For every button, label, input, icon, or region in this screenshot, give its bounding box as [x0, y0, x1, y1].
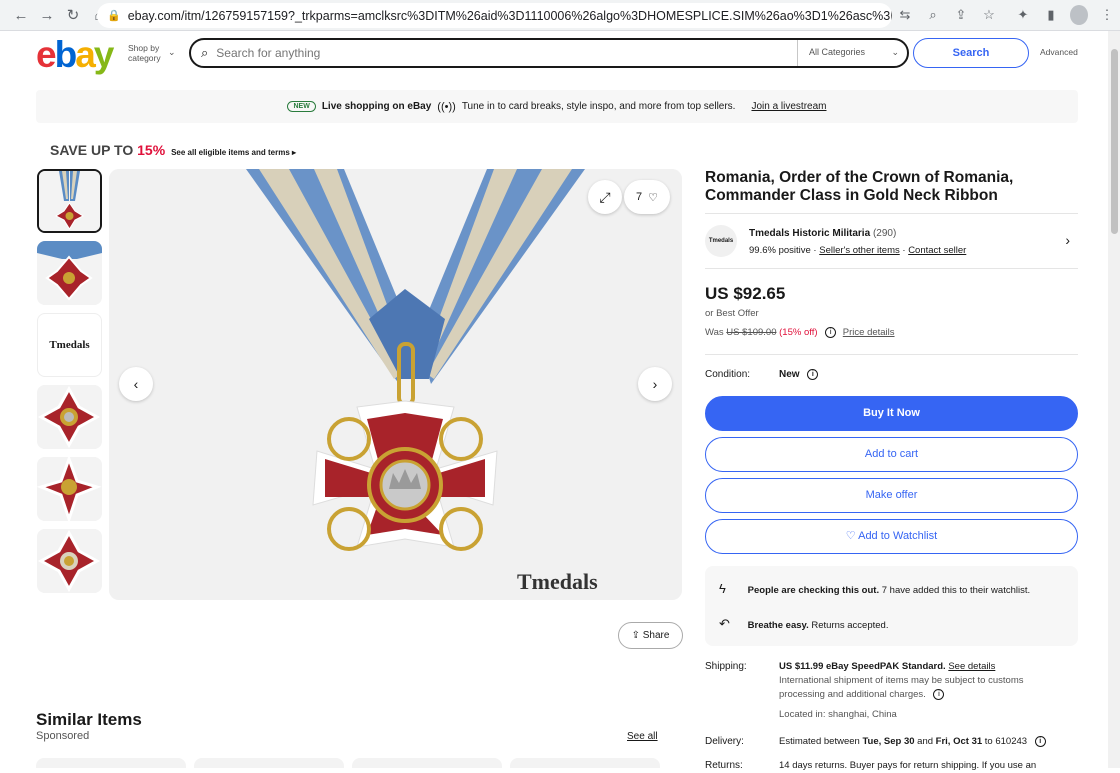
- return-arrow-icon: ↶: [719, 616, 730, 631]
- translate-icon[interactable]: ⇆: [896, 5, 914, 25]
- price-details-link[interactable]: Price details: [843, 327, 895, 338]
- tmedals-watermark: Tmedals: [517, 569, 598, 594]
- gallery-thumbnail[interactable]: [37, 241, 102, 305]
- gallery-thumbnail[interactable]: [37, 385, 102, 449]
- menu-kebab-icon[interactable]: ⋮: [1098, 5, 1116, 25]
- reload-icon[interactable]: ↻: [60, 6, 86, 24]
- chevron-right-icon: ›: [1065, 232, 1070, 248]
- condition-value: New i: [779, 369, 819, 380]
- similar-item-card[interactable]: [194, 758, 344, 768]
- returns-highlight: ↶ Breathe easy. Returns accepted.: [719, 616, 889, 631]
- see-details-link[interactable]: See details: [948, 661, 995, 672]
- ebay-logo[interactable]: ebay: [36, 34, 114, 76]
- profile-avatar-icon[interactable]: [1070, 5, 1088, 25]
- page-scrollbar[interactable]: [1108, 31, 1120, 768]
- add-to-cart-button[interactable]: Add to cart: [705, 437, 1078, 472]
- similar-item-card[interactable]: [36, 758, 186, 768]
- extensions-icon[interactable]: ✦: [1014, 5, 1032, 25]
- watch-count: 7: [636, 191, 643, 203]
- best-offer-text: or Best Offer: [705, 308, 759, 319]
- save-promo[interactable]: SAVE UP TO 15% See all eligible items an…: [50, 142, 296, 158]
- forward-arrow-icon[interactable]: →: [34, 7, 60, 24]
- share-button[interactable]: ⇪ Share: [618, 622, 683, 649]
- browser-toolbar: ← → ↻ ⌂ 🔒 ebay.com/itm/126759157159?_trk…: [0, 0, 1120, 31]
- next-image-button[interactable]: ›: [638, 367, 672, 401]
- advanced-search-link[interactable]: Advanced: [1040, 47, 1078, 57]
- shop-by-category[interactable]: Shop by category ⌄: [128, 43, 176, 63]
- shipping-label: Shipping:: [705, 661, 747, 672]
- back-arrow-icon[interactable]: ←: [8, 7, 34, 24]
- divider: [705, 354, 1078, 355]
- url-text: ebay.com/itm/126759157159?_trkparms=amcl…: [127, 8, 892, 23]
- expand-icon[interactable]: ⤢: [588, 180, 622, 214]
- add-to-watchlist-button[interactable]: ♡ Add to Watchlist: [705, 519, 1078, 554]
- zoom-icon[interactable]: ⌕: [924, 5, 942, 25]
- returns-details: 14 days returns. Buyer pays for return s…: [779, 760, 1037, 771]
- heart-icon: ♡: [648, 191, 658, 204]
- returns-label: Returns:: [705, 760, 743, 771]
- seller-card[interactable]: Tmedals Tmedals Historic Militaria (290)…: [705, 213, 1078, 269]
- info-icon[interactable]: i: [933, 688, 945, 700]
- info-icon[interactable]: i: [807, 369, 819, 380]
- see-all-link[interactable]: See all: [627, 731, 658, 742]
- similar-item-card[interactable]: [352, 758, 502, 768]
- chevron-down-icon: ⌄: [168, 47, 176, 57]
- was-price: Was US $109.00 (15% off) i Price details: [705, 327, 895, 339]
- gallery-thumbnail[interactable]: [37, 457, 102, 521]
- new-badge: NEW: [287, 101, 316, 112]
- item-highlights: ϟ People are checking this out. 7 have a…: [705, 566, 1078, 646]
- search-icon: ⌕: [201, 45, 209, 60]
- make-offer-button[interactable]: Make offer: [705, 478, 1078, 513]
- live-broadcast-icon: ((•)): [437, 100, 456, 113]
- sponsored-label: Sponsored: [36, 730, 90, 742]
- chevron-down-icon: ⌄: [891, 47, 899, 57]
- chevron-left-icon: ‹: [133, 376, 139, 392]
- main-product-image[interactable]: Tmedals: [109, 169, 682, 600]
- share-page-icon[interactable]: ⇪: [952, 5, 970, 25]
- tmedals-logo: Tmedals: [49, 339, 90, 351]
- live-shopping-banner: NEW Live shopping on eBay ((•)) Tune in …: [36, 90, 1078, 123]
- gallery-thumbnail[interactable]: [37, 169, 102, 233]
- search-bar: ⌕ All Categories ⌄: [189, 38, 909, 68]
- seller-name[interactable]: Tmedals Historic Militaria (290): [749, 228, 896, 239]
- seller-avatar: Tmedals: [705, 225, 737, 257]
- buy-it-now-button[interactable]: Buy It Now: [705, 396, 1078, 431]
- banner-text: Tune in to card breaks, style inspo, and…: [461, 101, 736, 112]
- delivery-details: Estimated between Tue, Sep 30 and Fri, O…: [779, 735, 1079, 749]
- shipping-details: US $11.99 eBay SpeedPAK Standard. See de…: [779, 661, 1024, 720]
- seller-meta: 99.6% positive · Seller's other items · …: [749, 245, 967, 256]
- item-title: Romania, Order of the Crown of Romania, …: [705, 169, 1014, 204]
- item-price: US $92.65: [705, 284, 786, 303]
- search-input[interactable]: [216, 46, 787, 60]
- chevron-right-icon: ›: [652, 376, 658, 392]
- seller-other-items-link[interactable]: Seller's other items: [819, 245, 899, 256]
- lock-icon: 🔒: [107, 10, 121, 22]
- previous-image-button[interactable]: ‹: [119, 367, 153, 401]
- bookmark-star-icon[interactable]: ☆: [980, 5, 998, 25]
- similar-item-card[interactable]: [510, 758, 660, 768]
- category-select[interactable]: All Categories ⌄: [797, 40, 908, 66]
- watchers-highlight: ϟ People are checking this out. 7 have a…: [719, 581, 1031, 596]
- condition-label: Condition:: [705, 369, 751, 380]
- banner-title: Live shopping on eBay: [321, 101, 432, 112]
- similar-items-carousel: [36, 758, 696, 768]
- search-button[interactable]: Search: [913, 38, 1029, 68]
- share-icon: ⇪: [631, 630, 640, 641]
- info-icon[interactable]: i: [825, 327, 837, 338]
- side-panel-icon[interactable]: ▮: [1042, 5, 1060, 25]
- watch-count-pill[interactable]: 7 ♡: [624, 180, 670, 214]
- join-livestream-link[interactable]: Join a livestream: [751, 101, 826, 112]
- address-bar[interactable]: 🔒 ebay.com/itm/126759157159?_trkparms=am…: [97, 3, 892, 28]
- gallery-thumbnail[interactable]: [37, 529, 102, 593]
- contact-seller-link[interactable]: Contact seller: [908, 245, 966, 256]
- lightning-icon: ϟ: [719, 581, 726, 596]
- delivery-label: Delivery:: [705, 736, 744, 747]
- similar-items-heading: Similar Items: [36, 710, 142, 729]
- info-icon[interactable]: i: [1034, 735, 1046, 747]
- gallery-thumbnail[interactable]: Tmedals: [37, 313, 102, 377]
